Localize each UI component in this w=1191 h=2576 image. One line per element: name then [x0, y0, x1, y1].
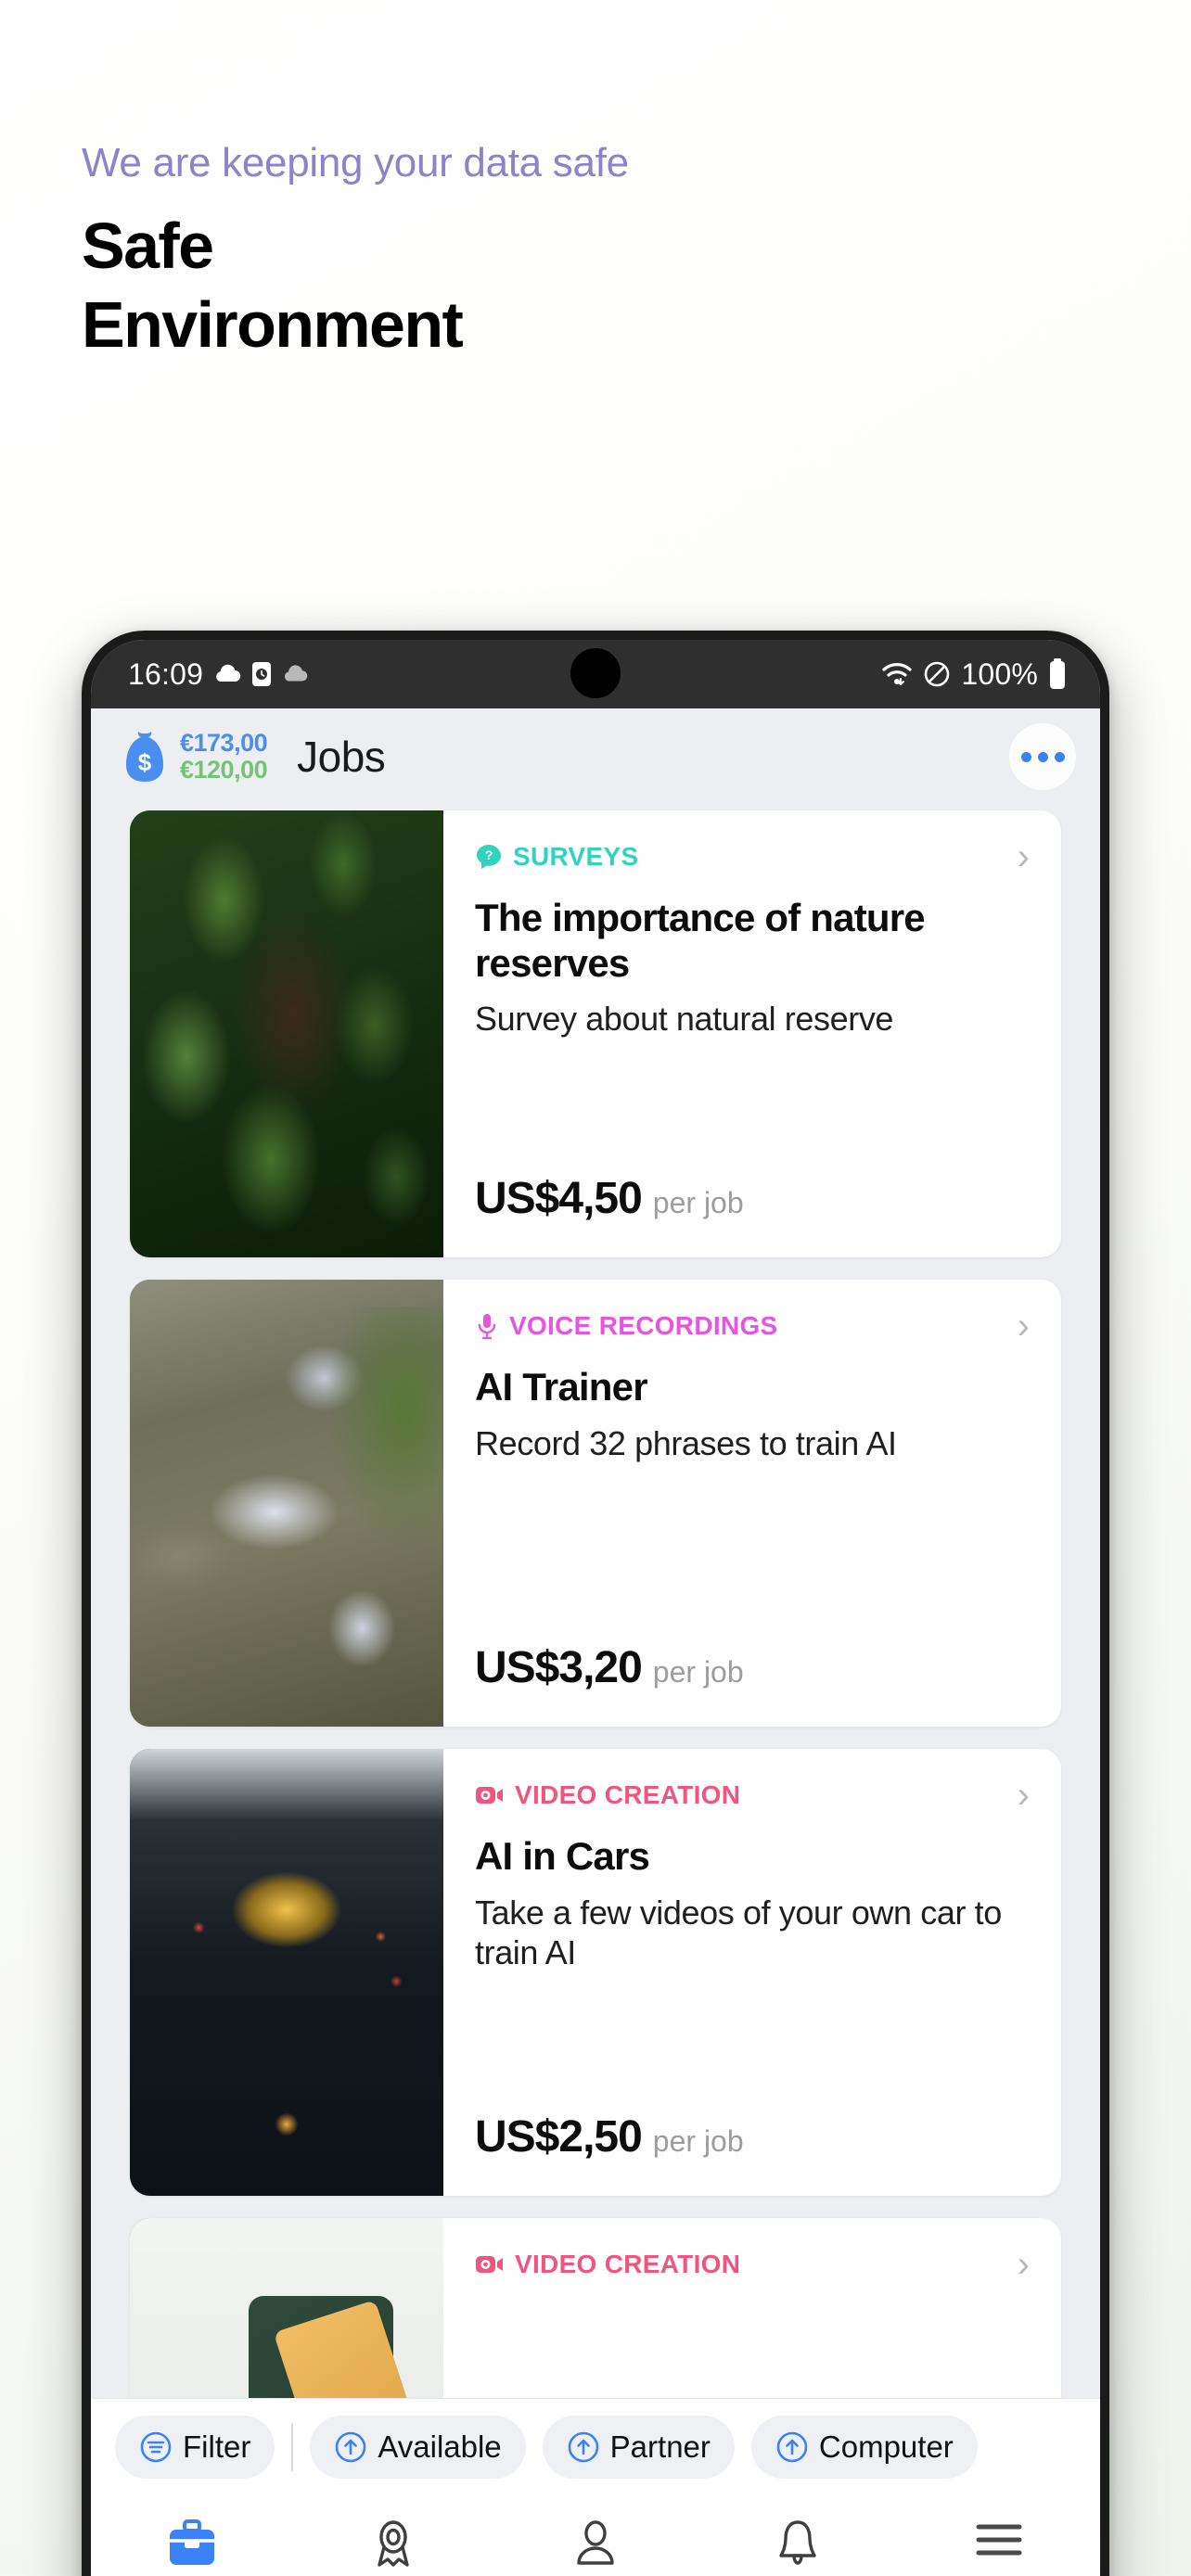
chevron-right-icon[interactable]: ›: [1018, 1307, 1030, 1345]
filter-chip-available[interactable]: Available: [310, 2415, 526, 2479]
job-category-label: VIDEO CREATION: [515, 2250, 741, 2278]
nav-item-menu[interactable]: [898, 2519, 1100, 2570]
more-horizontal-icon[interactable]: [1009, 723, 1076, 790]
filter-chip-label: Computer: [818, 2429, 954, 2464]
nav-item-jobs[interactable]: Jobs: [91, 2519, 293, 2576]
job-thumbnail-car: [130, 1749, 443, 2196]
more-dot: [1020, 751, 1031, 762]
person-icon: [570, 2519, 621, 2570]
nav-item-notifications[interactable]: [697, 2519, 899, 2576]
job-category-label: SURVEYS: [513, 842, 639, 871]
briefcase-icon: [164, 2519, 220, 2570]
job-thumbnail-room: [130, 2218, 443, 2398]
arrow-up-circle-icon: [775, 2430, 809, 2464]
job-description: Take a few videos of your own car to tra…: [475, 1893, 1002, 1971]
job-description: Survey about natural reserve: [475, 1000, 894, 1039]
promo-eyebrow: We are keeping your data safe: [82, 140, 629, 185]
job-category-label: VOICE RECORDINGS: [509, 1311, 778, 1340]
arrow-up-circle-icon: [334, 2430, 367, 2464]
video-camera-icon: [475, 2253, 505, 2276]
job-category-row: VIDEO CREATION ›: [475, 1777, 1030, 1814]
battery-percent: 100%: [961, 657, 1038, 691]
job-description: Record 32 phrases to train AI: [475, 1423, 897, 1462]
job-title: AI in Cars: [475, 1834, 650, 1878]
job-price: US$4,50: [475, 1174, 643, 1223]
camera-notch: [570, 648, 621, 698]
filter-chip-label: Partner: [609, 2429, 711, 2464]
chevron-right-icon[interactable]: ›: [1018, 1777, 1030, 1814]
video-camera-icon: [475, 1784, 505, 1806]
filter-chip-partner[interactable]: Partner: [542, 2415, 735, 2479]
more-dot: [1054, 751, 1065, 762]
page-title: Jobs: [297, 733, 386, 781]
balance-widget[interactable]: $ €173,00 €120,00: [119, 728, 268, 784]
filter-lines-circle-icon: [139, 2430, 173, 2464]
chevron-right-icon[interactable]: ›: [1018, 2246, 1030, 2283]
more-dot: [1037, 751, 1048, 762]
filter-chip-label: Available: [378, 2429, 502, 2464]
job-card-body: VIDEO CREATION ›: [443, 2218, 1061, 2398]
job-card-body: ? SURVEYS › The importance of nature res…: [443, 810, 1061, 1257]
promo-header: We are keeping your data safe Safe Envir…: [82, 139, 1102, 365]
job-price-unit: per job: [652, 1186, 744, 1219]
filter-chip-filter[interactable]: Filter: [115, 2415, 275, 2479]
app-top-bar: $ €173,00 €120,00 Jobs: [91, 708, 1100, 805]
job-category-row: VOICE RECORDINGS ›: [475, 1307, 1030, 1345]
bottom-navigation: Jobs: [91, 2494, 1100, 2576]
nav-item-awards[interactable]: [293, 2519, 495, 2576]
job-card[interactable]: VOICE RECORDINGS › AI Trainer Record 32 …: [130, 1280, 1061, 1727]
job-price: US$3,20: [475, 1643, 643, 1692]
filter-divider: [291, 2422, 294, 2471]
job-title: AI Trainer: [475, 1365, 648, 1409]
job-card[interactable]: ? SURVEYS › The importance of nature res…: [130, 810, 1061, 1257]
chevron-right-icon[interactable]: ›: [1018, 838, 1030, 875]
job-thumbnail-robot: [130, 1280, 443, 1727]
clock-badge-icon: [251, 661, 272, 687]
job-thumbnail-forest: [130, 810, 443, 1257]
filter-bar: Filter Available Partner Computer: [91, 2398, 1100, 2494]
promo-title: Safe Environment: [82, 209, 464, 362]
filter-chip-label: Filter: [183, 2429, 251, 2464]
filter-chip-computer[interactable]: Computer: [750, 2415, 978, 2479]
do-not-disturb-icon: [923, 660, 951, 688]
battery-icon: [1048, 658, 1067, 690]
job-price-row: US$2,50 per job: [475, 2111, 1030, 2162]
job-category-row: ? SURVEYS ›: [475, 838, 1030, 875]
status-time: 16:09: [128, 657, 204, 691]
balance-amounts: €173,00 €120,00: [180, 728, 268, 784]
svg-text:?: ?: [485, 848, 493, 862]
status-bar-left: 16:09: [128, 657, 308, 692]
job-card-body: VIDEO CREATION › AI in Cars Take a few v…: [443, 1749, 1061, 2196]
job-title: The importance of nature reserves: [475, 896, 926, 985]
phone-screen: 16:09 100% $ €173,00 €120,00 Jobs ? SURV…: [91, 640, 1100, 2576]
job-price-unit: per job: [652, 1655, 744, 1689]
money-bag-icon: $: [119, 729, 171, 784]
question-bubble-icon: ?: [475, 843, 503, 871]
hamburger-menu-icon: [973, 2519, 1025, 2561]
job-list[interactable]: ? SURVEYS › The importance of nature res…: [91, 805, 1100, 2398]
balance-primary: €173,00: [180, 728, 268, 757]
cloud-grey-icon: [282, 663, 308, 685]
cloud-icon: [213, 663, 241, 685]
status-bar: 16:09 100%: [91, 640, 1100, 708]
job-card-body: VOICE RECORDINGS › AI Trainer Record 32 …: [443, 1280, 1061, 1727]
status-bar-right: 100%: [881, 657, 1067, 692]
microphone-icon: [475, 1312, 499, 1340]
nav-item-profile[interactable]: [494, 2519, 697, 2576]
job-price-row: US$4,50 per job: [475, 1173, 1030, 1224]
job-card[interactable]: VIDEO CREATION ›: [130, 2218, 1061, 2398]
bell-icon: [772, 2519, 824, 2570]
job-price: US$2,50: [475, 2112, 643, 2162]
wifi-icon: [881, 660, 913, 688]
job-category-label: VIDEO CREATION: [515, 1780, 741, 1809]
phone-mockup: 16:09 100% $ €173,00 €120,00 Jobs ? SURV…: [82, 631, 1109, 2576]
job-price-row: US$3,20 per job: [475, 1642, 1030, 1693]
job-card[interactable]: VIDEO CREATION › AI in Cars Take a few v…: [130, 1749, 1061, 2196]
balance-secondary: €120,00: [180, 756, 268, 784]
arrow-up-circle-icon: [567, 2430, 600, 2464]
job-price-unit: per job: [652, 2124, 744, 2158]
job-category-row: VIDEO CREATION ›: [475, 2246, 1030, 2283]
award-ribbon-icon: [367, 2519, 419, 2570]
svg-text:$: $: [138, 748, 152, 776]
